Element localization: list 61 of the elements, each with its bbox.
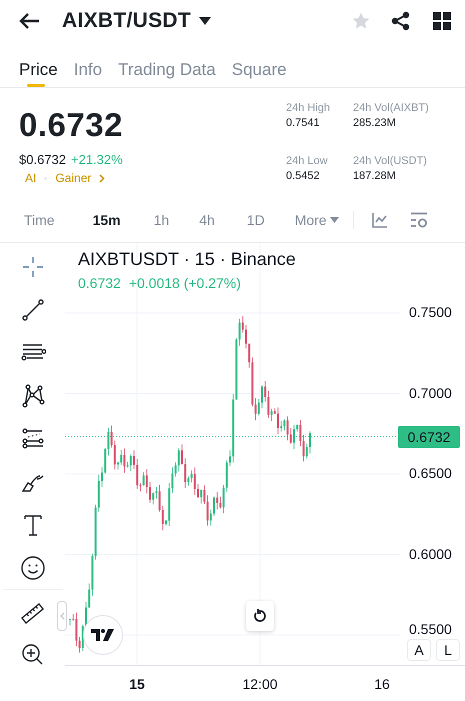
pattern-icon[interactable]	[20, 383, 46, 409]
stat-value: 0.5452	[286, 170, 321, 182]
settings-icon	[410, 212, 428, 228]
time-tick: 15	[129, 676, 145, 692]
trend-line-icon[interactable]	[20, 297, 46, 323]
price-tick: 0.6000	[409, 546, 452, 562]
share-button[interactable]	[391, 11, 411, 31]
tab[interactable]: Price	[19, 52, 58, 87]
tab[interactable]: Square	[232, 52, 287, 87]
stat-value: 285.23M	[353, 117, 397, 129]
interval-tab[interactable]: 15m	[92, 212, 121, 228]
interval-tab[interactable]: 1D	[246, 212, 265, 228]
logo-icon	[91, 629, 115, 641]
chevron-left-icon	[60, 612, 64, 620]
collapse-handle[interactable]	[57, 601, 67, 631]
last-price: 0.6732	[19, 106, 124, 144]
tab[interactable]: Info	[74, 52, 102, 87]
stat-label: 24h High	[286, 102, 332, 114]
last-price-badge: 0.6732	[398, 426, 460, 448]
share-icon	[391, 11, 411, 31]
reset-button[interactable]	[246, 601, 274, 631]
scale-button[interactable]: L	[436, 639, 460, 661]
interval-tab[interactable]: 4h	[199, 212, 215, 228]
interval-tab[interactable]: Time	[24, 212, 55, 228]
chevron-right-icon[interactable]	[99, 174, 106, 182]
back-arrow-icon	[18, 12, 40, 30]
stat-label: 24h Vol(AIXBT)	[353, 102, 430, 114]
more-dropdown[interactable]: More	[294, 212, 339, 228]
stat-label: 24h Low	[286, 155, 329, 167]
chart-symbol: AIXBTUSDT · 15 · Binance	[78, 249, 296, 270]
price-change: +21.32%	[71, 152, 123, 167]
price-tick: 0.7500	[409, 304, 452, 320]
chart-change: +0.0018 (+0.27%)	[128, 275, 241, 291]
stat-value: 0.7541	[286, 117, 321, 129]
grid-menu-button[interactable]	[433, 12, 451, 30]
fiat-price: $0.6732	[19, 152, 66, 167]
price-tick: 0.7000	[409, 384, 452, 400]
smiley-icon[interactable]	[20, 555, 46, 581]
price-tick: 0.6500	[409, 465, 452, 481]
interval-tab[interactable]: 1h	[154, 212, 170, 228]
tag-link[interactable]: Gainer	[55, 171, 92, 185]
tab[interactable]: Trading Data	[118, 52, 216, 87]
dropdown-caret-icon[interactable]	[199, 17, 211, 25]
back-button[interactable]	[18, 12, 40, 30]
chart-logo[interactable]	[83, 615, 123, 655]
scale-button[interactable]: A	[407, 639, 431, 661]
pair-title[interactable]: AIXBT/USDT	[62, 9, 191, 33]
grid-icon	[433, 12, 451, 30]
indicator-button[interactable]	[372, 212, 388, 228]
chart-icon	[372, 212, 388, 228]
price-tick: 0.5500	[409, 621, 452, 638]
caret-icon	[330, 217, 339, 223]
stat-label: 24h Vol(USDT)	[353, 155, 428, 167]
chart-quote: 0.6732	[78, 275, 121, 291]
time-tick: 12:00	[242, 676, 278, 692]
rotate-icon	[253, 609, 267, 623]
stat-value: 187.28M	[353, 170, 397, 182]
tag-link[interactable]: AI	[25, 171, 36, 185]
chart-settings-button[interactable]	[410, 212, 428, 228]
time-tick: 16	[374, 676, 390, 692]
star-icon[interactable]	[351, 11, 371, 31]
